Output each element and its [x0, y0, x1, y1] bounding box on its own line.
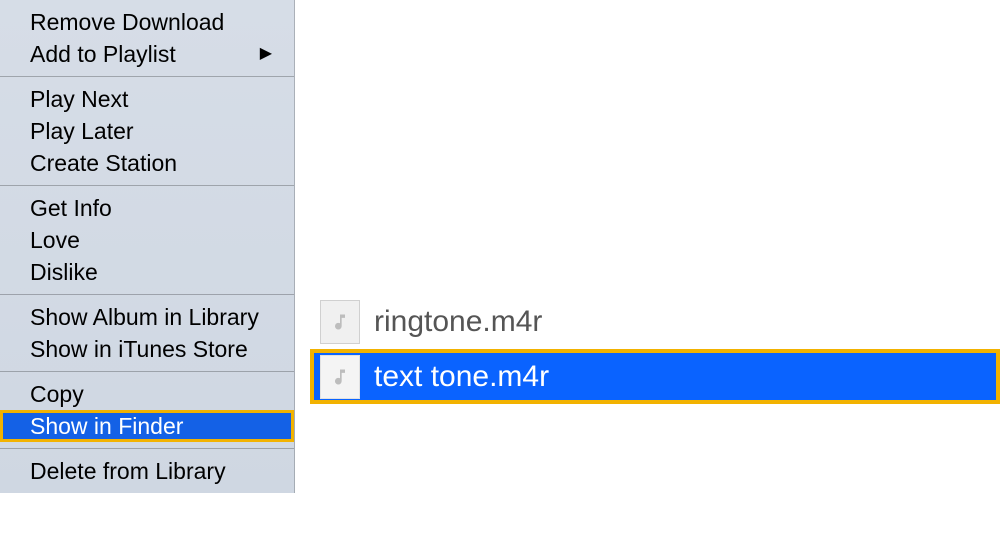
menu-item-label: Play Next	[30, 85, 128, 113]
menu-item-label: Play Later	[30, 117, 134, 145]
file-row[interactable]: ringtone.m4r	[310, 294, 1000, 349]
menu-item-get-info[interactable]: Get Info	[0, 192, 294, 224]
menu-item-label: Show in iTunes Store	[30, 335, 248, 363]
menu-item-label: Show Album in Library	[30, 303, 259, 331]
menu-item-label: Get Info	[30, 194, 112, 222]
menu-item-label: Dislike	[30, 258, 98, 286]
menu-item-love[interactable]: Love	[0, 224, 294, 256]
menu-item-delete-from-library[interactable]: Delete from Library	[0, 455, 294, 487]
file-name: text tone.m4r	[374, 362, 549, 392]
menu-item-label: Copy	[30, 380, 84, 408]
menu-item-label: Remove Download	[30, 8, 224, 36]
menu-item-label: Delete from Library	[30, 457, 226, 485]
menu-item-show-in-itunes-store[interactable]: Show in iTunes Store	[0, 333, 294, 365]
chevron-right-icon: ▶	[260, 40, 272, 68]
file-list: ringtone.m4r text tone.m4r	[310, 294, 1000, 404]
menu-item-play-next[interactable]: Play Next	[0, 83, 294, 115]
menu-item-play-later[interactable]: Play Later	[0, 115, 294, 147]
menu-item-dislike[interactable]: Dislike	[0, 256, 294, 288]
menu-item-label: Love	[30, 226, 80, 254]
file-row[interactable]: text tone.m4r	[310, 349, 1000, 404]
file-name: ringtone.m4r	[374, 307, 542, 337]
menu-item-label: Add to Playlist	[30, 40, 176, 68]
menu-item-label: Create Station	[30, 149, 177, 177]
menu-item-remove-download[interactable]: Remove Download	[0, 6, 294, 38]
menu-item-copy[interactable]: Copy	[0, 378, 294, 410]
menu-item-add-to-playlist[interactable]: Add to Playlist ▶	[0, 38, 294, 70]
music-file-icon	[320, 355, 360, 399]
menu-item-label: Show in Finder	[30, 412, 183, 440]
context-menu: Remove Download Add to Playlist ▶ Play Next…	[0, 0, 295, 493]
menu-item-show-album-in-library[interactable]: Show Album in Library	[0, 301, 294, 333]
menu-item-show-in-finder[interactable]: Show in Finder	[0, 410, 294, 442]
music-file-icon	[320, 300, 360, 344]
menu-item-create-station[interactable]: Create Station	[0, 147, 294, 179]
